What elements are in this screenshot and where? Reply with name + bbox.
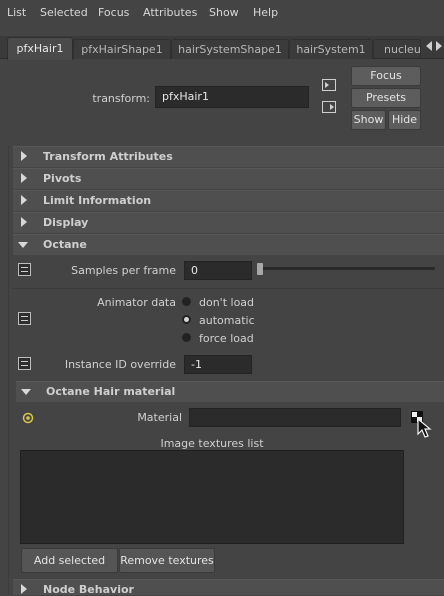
transform-name-field[interactable]: pfxHair1 (155, 86, 309, 108)
expand-arrow-icon (21, 195, 27, 205)
radio-force-load[interactable] (182, 333, 191, 342)
tab-hairsystem1[interactable]: hairSystem1 (289, 39, 373, 59)
image-textures-list-label: Image textures list (160, 437, 264, 450)
samples-slider-track[interactable] (260, 267, 435, 270)
image-textures-list[interactable] (20, 450, 404, 544)
output-connection-icon[interactable] (321, 100, 337, 114)
keyable-toggle-icon[interactable] (18, 263, 31, 276)
samples-per-frame-label: Samples per frame (71, 264, 176, 277)
section-node-behavior[interactable]: Node Behavior (13, 579, 444, 596)
material-label: Material (137, 411, 182, 424)
section-title: Limit Information (43, 194, 152, 207)
section-octane-hair-material[interactable]: Octane Hair material (16, 381, 444, 402)
section-title: Octane Hair material (46, 385, 176, 398)
radio-force-load-label: force load (199, 332, 254, 345)
expand-arrow-icon (21, 173, 27, 183)
expand-arrow-icon (21, 584, 27, 594)
section-display[interactable]: Display (13, 212, 444, 233)
radio-automatic[interactable] (182, 315, 191, 324)
instance-id-override-field[interactable]: -1 (184, 355, 252, 374)
section-transform-attributes[interactable]: Transform Attributes (13, 146, 444, 167)
section-title: Node Behavior (43, 583, 134, 596)
mouse-cursor-icon (417, 418, 432, 438)
collapse-arrow-icon (18, 242, 28, 248)
menu-list[interactable]: List (7, 6, 26, 19)
animator-data-label: Animator data (97, 296, 176, 309)
collapse-arrow-icon (21, 389, 31, 395)
tab-scroll-right-icon[interactable] (435, 40, 443, 52)
add-selected-button[interactable]: Add selected (21, 548, 118, 573)
samples-per-frame-field[interactable]: 0 (184, 261, 252, 280)
menu-show[interactable]: Show (209, 6, 239, 19)
section-limit-information[interactable]: Limit Information (13, 190, 444, 211)
menu-focus[interactable]: Focus (98, 6, 129, 19)
section-octane[interactable]: Octane (13, 234, 444, 255)
left-gutter (8, 146, 9, 594)
radio-dont-load[interactable] (182, 297, 191, 306)
keyable-toggle-icon[interactable] (18, 357, 31, 370)
radio-automatic-label: automatic (199, 314, 255, 327)
instance-id-override-label: Instance ID override (64, 358, 176, 371)
input-connection-icon[interactable] (321, 78, 337, 92)
focus-button[interactable]: Focus (351, 66, 421, 86)
tab-pfxhair1[interactable]: pfxHair1 (7, 37, 73, 60)
section-pivots[interactable]: Pivots (13, 168, 444, 189)
section-title: Octane (43, 238, 87, 251)
divider (13, 288, 444, 289)
hide-button[interactable]: Hide (388, 110, 421, 130)
menu-attributes[interactable]: Attributes (143, 6, 197, 19)
menu-help[interactable]: Help (253, 6, 278, 19)
material-field[interactable] (189, 408, 401, 427)
tab-pfxhairshape1[interactable]: pfxHairShape1 (73, 39, 171, 59)
expand-arrow-icon (21, 217, 27, 227)
radio-dont-load-label: don't load (199, 296, 255, 309)
transform-label: transform: (92, 92, 150, 105)
map-connected-icon[interactable] (22, 412, 34, 424)
section-title: Display (43, 216, 89, 229)
menu-selected[interactable]: Selected (40, 6, 88, 19)
section-title: Pivots (43, 172, 82, 185)
tab-hairsystemshape1[interactable]: hairSystemShape1 (171, 39, 289, 59)
tab-scroll-left-icon[interactable] (425, 40, 433, 52)
section-title: Transform Attributes (43, 150, 173, 163)
show-button[interactable]: Show (351, 110, 386, 130)
expand-arrow-icon (21, 151, 27, 161)
samples-slider-handle[interactable] (257, 263, 263, 275)
presets-button[interactable]: Presets (351, 88, 421, 108)
tab-nucleus[interactable]: nucleu (373, 39, 421, 58)
remove-textures-button[interactable]: Remove textures (119, 548, 215, 573)
keyable-toggle-icon[interactable] (18, 312, 31, 325)
